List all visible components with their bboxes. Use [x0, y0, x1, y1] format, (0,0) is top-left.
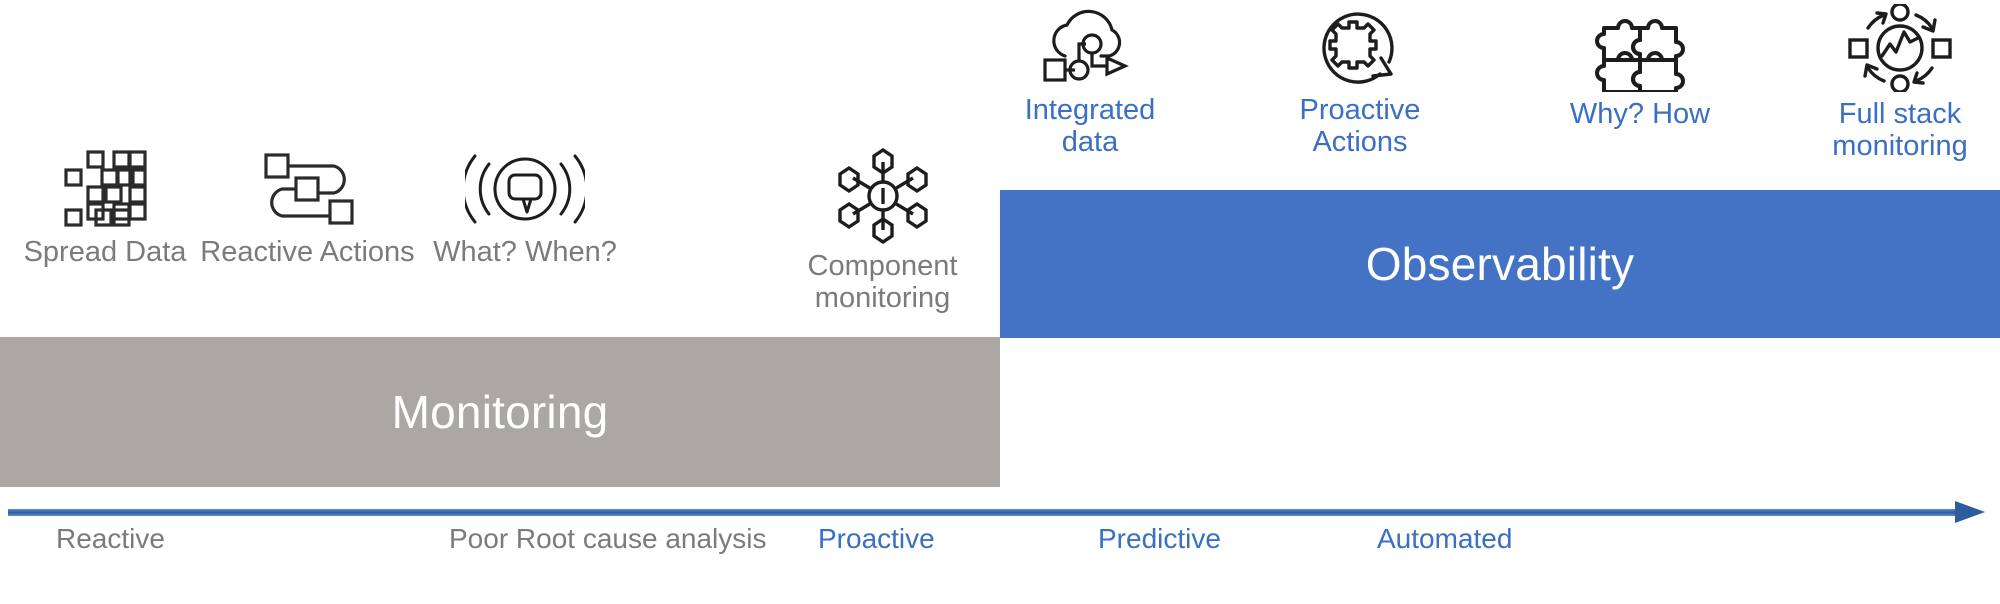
puzzle-icon [1586, 8, 1694, 94]
node-full-stack-monitoring: Full stack monitoring [1800, 2, 2000, 163]
gear-refresh-icon [1305, 8, 1415, 88]
component-hub-icon [833, 147, 933, 245]
node-proactive-actions: Proactive Actions [1270, 8, 1450, 159]
reactive-flow-icon [248, 148, 368, 230]
monitoring-bar: Monitoring [0, 337, 1000, 487]
axis-label-reactive: Reactive [56, 523, 165, 554]
scattered-squares-icon [62, 148, 148, 230]
observability-bar-label: Observability [1365, 238, 1635, 290]
alert-broadcast-icon [461, 148, 589, 230]
axis-label-proactive: Proactive [818, 523, 935, 554]
node-label: Component monitoring [807, 250, 958, 315]
node-label: Integrated data [1024, 94, 1156, 159]
axis-label-poor-rca: Poor Root cause analysis [449, 523, 767, 554]
node-label: Full stack monitoring [1832, 98, 1968, 163]
node-integrated-data: Integrated data [1000, 8, 1180, 159]
node-spread-data: Spread Data [10, 148, 200, 268]
monitoring-bar-label: Monitoring [391, 386, 609, 438]
right-arrow-icon [1955, 501, 1985, 523]
node-label: Spread Data [23, 236, 187, 268]
node-what-when: What? When? [415, 148, 635, 268]
node-component-monitoring: Component monitoring [780, 147, 985, 315]
observability-maturity-diagram: Observability Monitoring Spread Data Rea… [0, 0, 2000, 604]
node-label: Why? How [1569, 98, 1711, 130]
maturity-axis-line [8, 509, 1958, 516]
cloud-integration-icon [1035, 8, 1145, 88]
full-stack-cycle-icon [1846, 2, 1954, 94]
observability-bar: Observability [1000, 190, 2000, 338]
node-reactive-actions: Reactive Actions [190, 148, 425, 268]
axis-label-predictive: Predictive [1098, 523, 1221, 554]
node-label: Reactive Actions [200, 236, 415, 268]
node-label: Proactive Actions [1299, 94, 1421, 159]
node-label: What? When? [433, 236, 617, 268]
node-why-how: Why? How [1505, 8, 1775, 130]
axis-label-automated: Automated [1377, 523, 1513, 554]
